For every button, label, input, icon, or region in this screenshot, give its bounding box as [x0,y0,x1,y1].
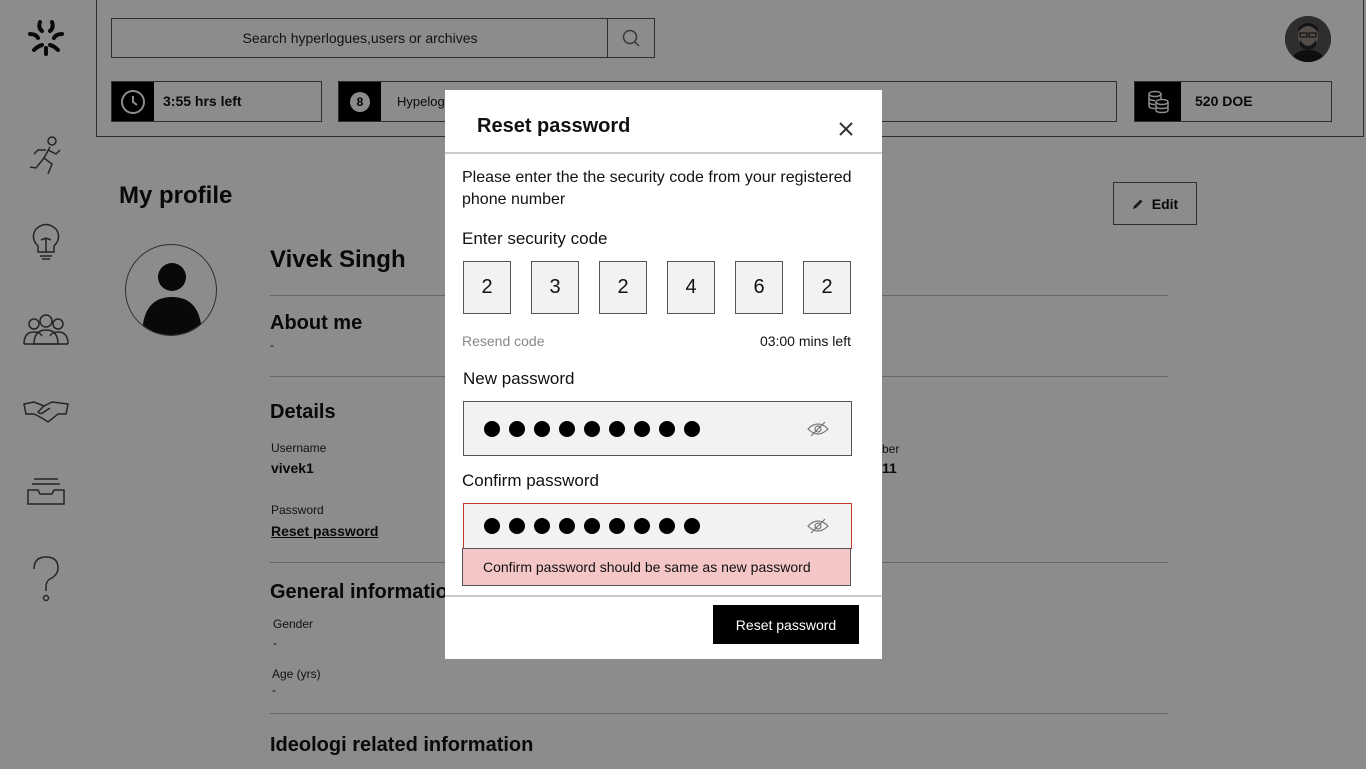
code-digit-input[interactable]: 4 [667,261,715,314]
reset-password-dialog: Reset password Please enter the the secu… [445,90,882,659]
code-digit-input[interactable]: 2 [463,261,511,314]
dialog-footer-divider [445,595,882,597]
dialog-header-divider [445,152,882,154]
eye-off-icon[interactable] [807,518,829,534]
error-message: Confirm password should be same as new p… [462,548,851,586]
code-digit-input[interactable]: 2 [599,261,647,314]
close-button[interactable] [835,118,857,140]
password-mask [484,402,700,455]
confirm-password-input[interactable] [463,503,852,549]
eye-off-icon[interactable] [807,421,829,437]
code-digit-input[interactable]: 6 [735,261,783,314]
security-code-label: Enter security code [462,229,608,248]
code-digit-input[interactable]: 3 [531,261,579,314]
code-timer: 03:00 mins left [759,333,851,349]
new-password-input[interactable] [463,401,852,456]
instruction-text: Please enter the the security code from … [462,169,852,208]
password-mask [484,504,700,548]
close-icon [839,122,853,136]
confirm-password-label: Confirm password [462,471,599,490]
reset-password-button[interactable]: Reset password [713,605,859,644]
dialog-title: Reset password [477,115,631,137]
resend-code-link[interactable]: Resend code [462,333,545,349]
new-password-label: New password [463,369,575,388]
code-digit-input[interactable]: 2 [803,261,851,314]
